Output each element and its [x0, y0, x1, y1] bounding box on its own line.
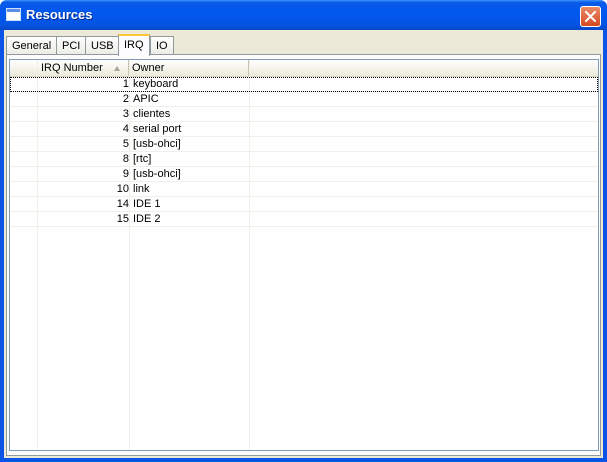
tab-irq-label: IRQ — [124, 39, 144, 51]
tab-general-label: General — [12, 40, 52, 52]
window-client-area: General PCI USB IRQ IO IRQ Number Owner — [4, 30, 603, 458]
list-header: IRQ Number Owner — [10, 60, 598, 77]
table-row[interactable]: 2 APIC — [10, 92, 598, 107]
table-row[interactable]: 9 [usb-ohci] — [10, 167, 598, 182]
irq-tab-panel: IRQ Number Owner 1 keyboard 2 APIC 3 cli… — [6, 54, 601, 456]
irq-number-cell: 2 — [122, 93, 129, 105]
tab-pci-label: PCI — [62, 40, 81, 52]
column-irq-number-label: IRQ Number — [41, 62, 103, 74]
irq-number-cell: 5 — [122, 138, 129, 150]
window-icon — [6, 8, 21, 21]
irq-number-cell: 14 — [116, 198, 129, 210]
table-row[interactable]: 14 IDE 1 — [10, 197, 598, 212]
tab-usb[interactable]: USB — [85, 36, 120, 55]
owner-cell: keyboard — [133, 78, 179, 90]
owner-cell: serial port — [133, 123, 182, 135]
owner-cell: [usb-ohci] — [133, 138, 181, 150]
irq-number-cell: 9 — [122, 168, 129, 180]
tab-io-label: IO — [156, 40, 168, 52]
owner-cell: [rtc] — [133, 153, 152, 165]
irq-number-cell: 15 — [116, 213, 129, 225]
sort-ascending-icon — [114, 66, 120, 71]
close-button[interactable] — [580, 6, 601, 27]
column-header-blank[interactable] — [10, 60, 38, 76]
irq-number-cell: 1 — [122, 78, 129, 90]
column-header-owner[interactable]: Owner — [129, 60, 249, 76]
table-row[interactable]: 1 keyboard — [10, 77, 598, 92]
irq-number-cell: 10 — [116, 183, 129, 195]
window-title: Resources — [26, 7, 93, 22]
table-row[interactable]: 4 serial port — [10, 122, 598, 137]
close-icon — [585, 11, 596, 22]
irq-number-cell: 4 — [122, 123, 129, 135]
table-row[interactable]: 8 [rtc] — [10, 152, 598, 167]
tab-io[interactable]: IO — [150, 36, 174, 55]
table-row[interactable]: 15 IDE 2 — [10, 212, 598, 227]
resources-window: Resources General PCI USB IRQ IO IRQ Num… — [0, 0, 607, 462]
irq-number-cell: 3 — [122, 108, 129, 120]
column-owner-label: Owner — [132, 62, 165, 74]
owner-cell: link — [133, 183, 150, 195]
owner-cell: APIC — [133, 93, 159, 105]
owner-cell: IDE 1 — [133, 198, 161, 210]
table-row[interactable]: 5 [usb-ohci] — [10, 137, 598, 152]
irq-number-cell: 8 — [122, 153, 129, 165]
table-row[interactable]: 10 link — [10, 182, 598, 197]
tab-irq[interactable]: IRQ — [118, 34, 150, 56]
column-header-irq-number[interactable]: IRQ Number — [38, 60, 129, 76]
column-header-filler — [249, 60, 598, 76]
title-bar[interactable]: Resources — [0, 0, 607, 30]
irq-list[interactable]: IRQ Number Owner 1 keyboard 2 APIC 3 cli… — [9, 59, 599, 451]
owner-cell: clientes — [133, 108, 171, 120]
table-row[interactable]: 3 clientes — [10, 107, 598, 122]
tab-pci[interactable]: PCI — [56, 36, 87, 55]
tab-general[interactable]: General — [6, 36, 58, 55]
tab-usb-label: USB — [91, 40, 114, 52]
owner-cell: [usb-ohci] — [133, 168, 181, 180]
owner-cell: IDE 2 — [133, 213, 161, 225]
